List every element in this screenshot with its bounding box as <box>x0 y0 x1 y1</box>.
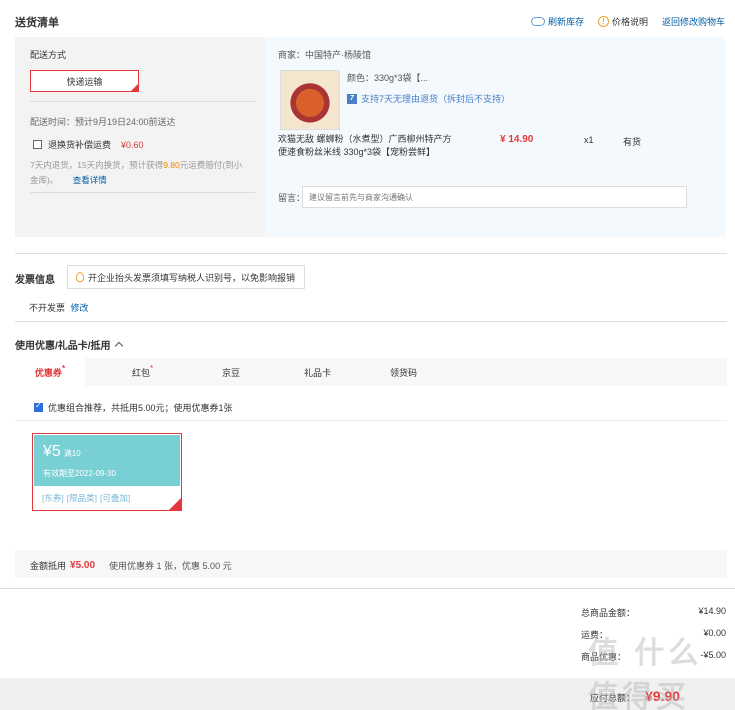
discount-summary: 金额抵用 ¥5.00 使用优惠券 1 张，优惠 5.00 元 <box>15 550 727 578</box>
return-insurance-checkbox[interactable] <box>33 140 42 149</box>
invoice-edit-link[interactable]: 修改 <box>71 303 89 313</box>
refresh-stock-link[interactable]: 刷新库存 <box>530 15 584 28</box>
merchant-name: 商家：中国特产·杨陵馆 <box>278 50 371 60</box>
combo-recommend-row: 优惠组合推荐，共抵用5.00元；使用优惠券1张 <box>34 401 233 414</box>
tab-coupon[interactable]: 优惠券 * <box>15 358 85 386</box>
discount-sum-label: 金额抵用 <box>30 561 67 571</box>
shipping-method-panel: 配送方式 快递运输 配送时间：预计9月19日24:00前送达 退换货补偿运费 ¥… <box>15 37 265 237</box>
cloud-refresh-icon <box>530 17 545 26</box>
shipping-method-label: 配送方式 <box>30 50 67 60</box>
tab-gift-card[interactable]: 礼品卡 <box>304 358 331 386</box>
return-policy: 7 支持7天无理由退货（拆封后不支持） <box>347 92 510 105</box>
express-delivery-option[interactable]: 快递运输 <box>30 70 139 92</box>
back-to-cart-link[interactable]: 返回修改购物车 <box>662 15 725 28</box>
tab-red-packet[interactable]: 红包 * <box>132 358 153 386</box>
tab-jd-beans[interactable]: 京豆 <box>222 358 240 386</box>
divider <box>15 253 727 254</box>
coupon-expiry: 有效期至2022-09-30 <box>43 469 116 478</box>
product-image[interactable] <box>280 70 340 130</box>
combo-recommend-checkbox[interactable] <box>34 401 43 412</box>
insurance-description: 7天内退货，15天内换货，预计获得9.80元运费赔付(到小 金库)。 查看详情 <box>30 160 243 185</box>
chevron-up-icon <box>114 342 123 351</box>
note-input[interactable] <box>302 186 687 208</box>
return-insurance-row: 退换货补偿运费 ¥0.60 <box>33 138 144 151</box>
price-note-link[interactable]: ! 价格说明 <box>597 15 648 28</box>
product-name[interactable]: 欢猫无敌 螺蛳粉（水煮型）广西柳州特产方 便速食粉丝米线 330g*3袋【宠粉尝… <box>278 133 452 159</box>
top-links: 刷新库存 ! 价格说明 返回修改购物车 <box>530 15 725 28</box>
total-goods-row: 总商品金额： ¥14.90 <box>581 606 726 618</box>
invoice-value: 不开发票 <box>29 303 66 313</box>
lightbulb-icon <box>76 272 84 282</box>
watermark-logo: 值 什么值得买 <box>588 637 703 710</box>
discount-sum-amount: ¥5.00 <box>70 560 96 571</box>
view-detail-link[interactable]: 查看详情 <box>73 175 107 185</box>
product-price: ¥ 14.90 <box>500 134 534 145</box>
invoice-value-row: 不开发票 修改 <box>29 301 89 314</box>
divider <box>15 420 727 421</box>
divider <box>0 588 735 589</box>
exclamation-icon: ! <box>597 16 609 27</box>
product-stock: 有货 <box>623 137 642 147</box>
shipping-list-title: 送货清单 <box>15 17 59 29</box>
delivery-time: 配送时间：预计9月19日24:00前送达 <box>30 117 176 127</box>
divider <box>30 101 255 102</box>
note-label: 留言： <box>278 193 306 203</box>
invoice-tip: 开企业抬头发票须填写纳税人识别号，以免影响报销 <box>67 265 305 289</box>
coupon-condition: 满10 <box>63 449 81 458</box>
divider <box>15 321 727 322</box>
return-policy-icon: 7 <box>347 93 357 104</box>
product-spec: 颜色：330g*3袋【... <box>347 73 429 83</box>
discount-tabs: 优惠券 * 红包 * 京豆 礼品卡 领货码 <box>15 358 727 386</box>
product-quantity: x1 <box>584 135 594 145</box>
total-goods-value: ¥14.90 <box>698 606 726 616</box>
merchant-panel: 商家：中国特产·杨陵馆 颜色：330g*3袋【... 7 支持7天无理由退货（拆… <box>265 37 725 237</box>
coupon-tags: [东券] [限品类] [可叠加] <box>42 493 131 503</box>
coupon-header: ¥5 满10 有效期至2022-09-30 <box>34 435 180 486</box>
divider <box>30 192 255 193</box>
discount-sum-desc: 使用优惠券 1 张，优惠 5.00 元 <box>109 561 232 571</box>
discount-section-toggle[interactable]: 使用优惠/礼品卡/抵用 <box>15 337 123 352</box>
coupon-card[interactable]: ¥5 满10 有效期至2022-09-30 [东券] [限品类] [可叠加] <box>32 433 182 511</box>
tab-pickup-code[interactable]: 领货码 <box>390 358 417 386</box>
invoice-title: 发票信息 <box>15 275 55 286</box>
coupon-amount: ¥5 <box>43 443 61 460</box>
